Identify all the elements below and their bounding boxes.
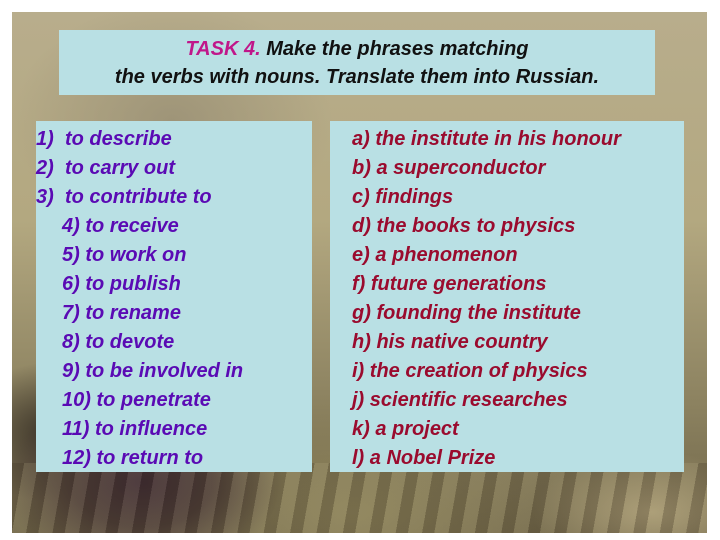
task-title-line-2: the verbs with nouns. Translate them int…	[114, 65, 600, 88]
verb-number: 9)	[62, 360, 80, 382]
verb-item: 11) to influence	[36, 415, 243, 444]
noun-text: the creation of physics	[369, 360, 588, 382]
noun-letter: b)	[352, 157, 371, 179]
verb-item: 6) to publish	[36, 270, 243, 299]
verb-number: 4)	[62, 215, 80, 237]
noun-item: e) a phenomenon	[352, 241, 621, 270]
noun-item: b) a superconductor	[352, 154, 621, 183]
noun-letter: g)	[352, 302, 371, 324]
noun-item: a) the institute in his honour	[352, 125, 621, 154]
task-label: TASK 4.	[185, 37, 261, 60]
verb-item: 2) to carry out	[36, 154, 243, 183]
verb-number: 12)	[62, 447, 91, 469]
verb-number: 8)	[62, 331, 80, 353]
nouns-list: a) the institute in his honour b) a supe…	[352, 125, 621, 473]
verb-text: to carry out	[65, 157, 176, 179]
noun-letter: l)	[352, 447, 365, 469]
noun-letter: d)	[352, 215, 371, 237]
noun-item: g) founding the institute	[352, 299, 621, 328]
verb-text: to influence	[94, 418, 208, 440]
verb-text: to be involved in	[85, 360, 244, 382]
noun-item: h) his native country	[352, 328, 621, 357]
noun-letter: c)	[352, 186, 370, 208]
verb-item: 1) to describe	[36, 125, 243, 154]
verb-item: 7) to rename	[36, 299, 243, 328]
noun-letter: f)	[352, 273, 366, 295]
verb-number: 1)	[36, 128, 54, 150]
noun-item: k) a project	[352, 415, 621, 444]
verb-text: to contribute to	[65, 186, 212, 208]
noun-text: the books to physics	[376, 215, 576, 237]
verb-number: 10)	[62, 389, 91, 411]
noun-item: f) future generations	[352, 270, 621, 299]
noun-text: future generations	[370, 273, 547, 295]
noun-item: d) the books to physics	[352, 212, 621, 241]
noun-letter: j)	[352, 389, 365, 411]
verb-item: 3) to contribute to	[36, 183, 243, 212]
verb-number: 6)	[62, 273, 80, 295]
verb-item: 9) to be involved in	[36, 357, 243, 386]
verb-number: 2)	[36, 157, 54, 179]
noun-item: j) scientific researches	[352, 386, 621, 415]
verb-text: to describe	[65, 128, 172, 150]
verb-item: 12) to return to	[36, 444, 243, 473]
noun-text: the institute in his honour	[375, 128, 621, 150]
noun-text: his native country	[376, 331, 548, 353]
verb-number: 11)	[62, 418, 90, 440]
verb-number: 3)	[36, 186, 54, 208]
noun-letter: e)	[352, 244, 370, 266]
verb-text: to devote	[85, 331, 175, 353]
verb-item: 10) to penetrate	[36, 386, 243, 415]
verb-text: to work on	[85, 244, 187, 266]
noun-text: a Nobel Prize	[369, 447, 496, 469]
verb-text: to return to	[96, 447, 204, 469]
verb-item: 8) to devote	[36, 328, 243, 357]
noun-letter: i)	[352, 360, 365, 382]
verb-item: 5) to work on	[36, 241, 243, 270]
verb-number: 5)	[62, 244, 80, 266]
verb-number: 7)	[62, 302, 80, 324]
verb-item: 4) to receive	[36, 212, 243, 241]
noun-text: founding the institute	[376, 302, 581, 324]
noun-letter: a)	[352, 128, 370, 150]
noun-text: a project	[375, 418, 459, 440]
noun-text: a phenomenon	[375, 244, 518, 266]
noun-item: c) findings	[352, 183, 621, 212]
noun-item: i) the creation of physics	[352, 357, 621, 386]
verb-text: to receive	[85, 215, 179, 237]
noun-text: findings	[375, 186, 454, 208]
noun-letter: h)	[352, 331, 371, 353]
task-instruction-part-1: Make the phrases matching	[260, 37, 529, 60]
verb-text: to rename	[85, 302, 181, 324]
task-title-panel: TASK 4. Make the phrases matching the ve…	[59, 30, 655, 95]
verb-text: to penetrate	[96, 389, 211, 411]
verb-text: to publish	[85, 273, 181, 295]
noun-text: scientific researches	[369, 389, 568, 411]
noun-text: a superconductor	[376, 157, 546, 179]
verbs-list: 1) to describe 2) to carry out 3) to contri…	[36, 125, 243, 473]
noun-letter: k)	[352, 418, 370, 440]
noun-item: l) a Nobel Prize	[352, 444, 621, 473]
task-title-line-1: TASK 4. Make the phrases matching	[185, 35, 528, 63]
